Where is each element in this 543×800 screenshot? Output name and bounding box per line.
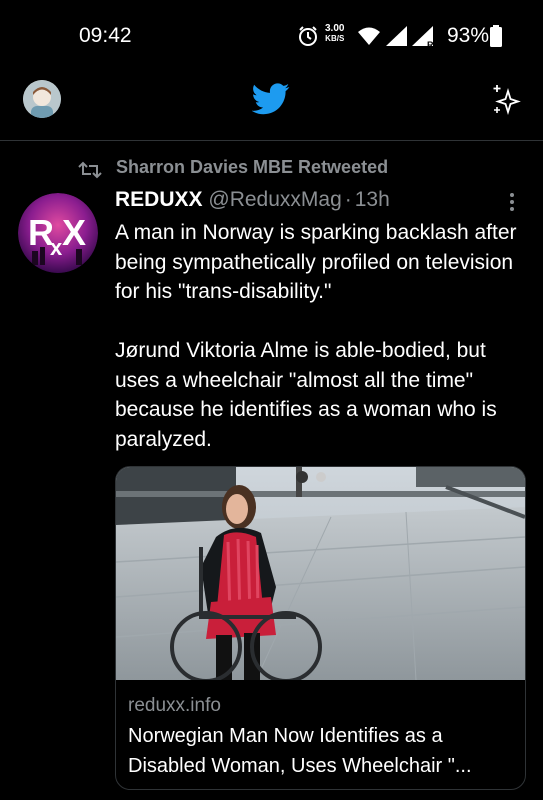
more-options-icon[interactable] [507,191,517,213]
card-domain: reduxx.info [128,695,221,716]
status-bar: 09:42 3.00 KB/S R 93% [0,0,543,70]
alarm-icon [299,26,317,46]
svg-text:X: X [62,212,86,253]
author-name[interactable]: REDUXX [115,188,203,211]
wifi-icon [358,27,380,45]
tweet-paragraph: A man in Norway is sparking backlash aft… [115,221,517,303]
twitter-bird-icon[interactable] [252,83,290,115]
tweet-paragraph: Jørund Viktoria Alme is able-bodied, but… [115,339,497,451]
card-title[interactable]: Norwegian Man Now Identifies as a Disabl… [128,721,520,781]
link-card[interactable]: reduxx.info Norwegian Man Now Identifies… [115,466,526,790]
tweet-text: A man in Norway is sparking backlash aft… [115,218,525,454]
tweet-header: REDUXX @ReduxxMag · 13h [115,188,390,212]
profile-avatar[interactable] [23,80,61,118]
sparkle-icon[interactable] [488,82,524,118]
signal-icon [386,26,407,46]
tweet-time[interactable]: 13h [355,188,390,211]
retweet-icon [78,161,102,179]
reduxx-logo: R x X [18,193,98,273]
author-avatar[interactable]: R x X [18,193,98,273]
avatar-image [23,80,61,118]
author-handle[interactable]: @ReduxxMag [208,188,341,211]
clock: 09:42 [79,24,132,47]
battery-percent: 93% [447,24,490,47]
retweeted-by-label[interactable]: Sharron Davies MBE Retweeted [116,157,388,178]
network-speed: 3.00 KB/S [325,23,345,44]
signal-roaming-icon: R [412,26,434,48]
svg-text:R: R [427,40,434,48]
separator: · [344,188,352,211]
battery-icon [490,25,502,47]
card-image[interactable] [116,467,525,680]
